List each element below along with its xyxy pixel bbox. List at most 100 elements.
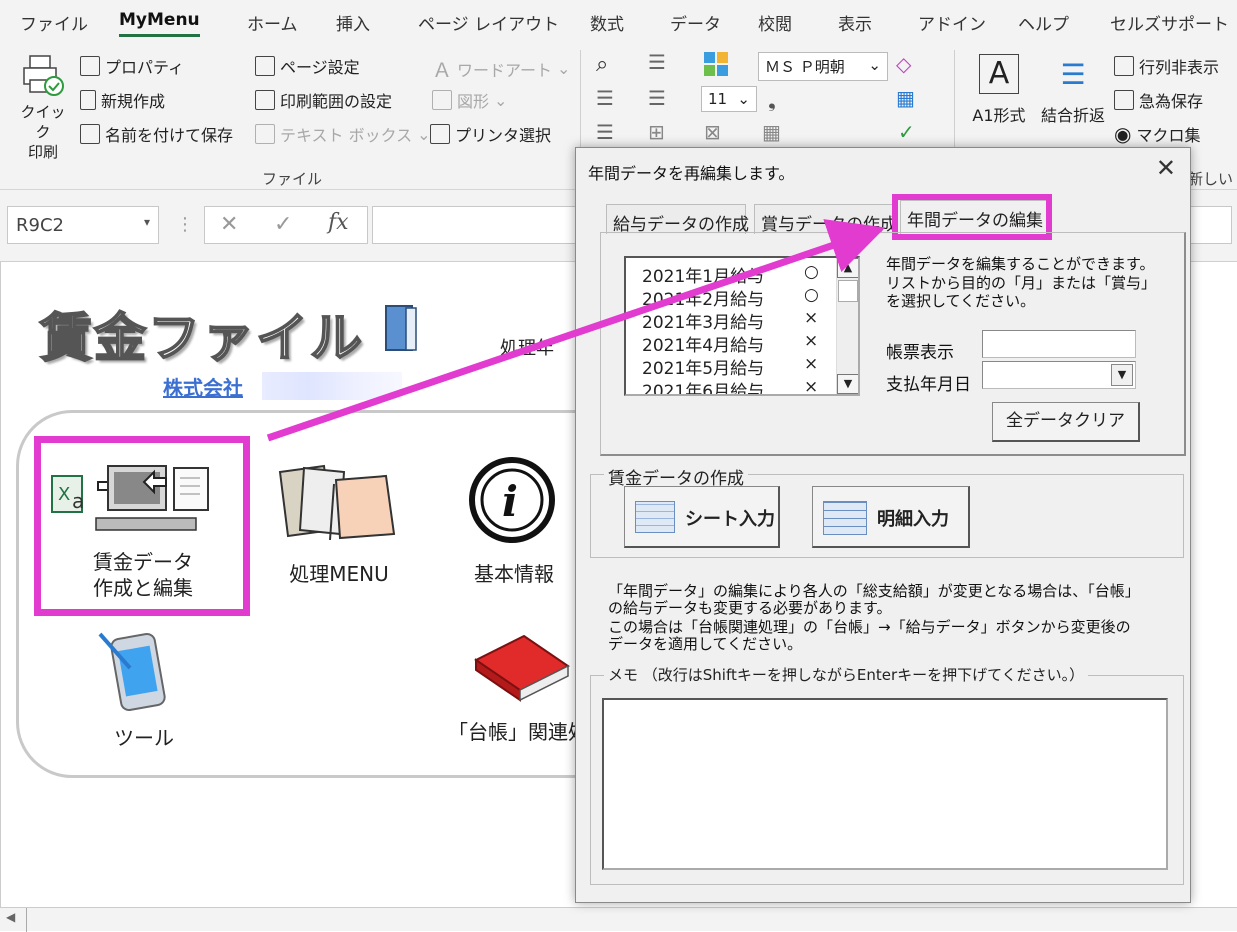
annual-data-dialog: 年間データを再編集します。 ✕ 給与データの作成 賞与データの作成 年間データの… xyxy=(575,147,1191,903)
cancel-icon[interactable]: ✕ xyxy=(220,212,238,250)
payment-date-select[interactable]: ▼ xyxy=(982,361,1136,389)
processing-year-label: 処理年 xyxy=(500,338,554,359)
textbox-button[interactable]: テキスト ボックス ⌄ xyxy=(255,122,431,146)
wrap-merge-button[interactable]: ☰ 結合折返 xyxy=(1035,54,1111,126)
books-icon xyxy=(278,464,396,541)
align-icon[interactable]: ☰ xyxy=(648,50,666,74)
memo-textarea[interactable] xyxy=(602,698,1168,870)
month-listbox[interactable]: 2021年1月給与 ○ 2021年2月給与 ○ 2021年3月給与 × 2021… xyxy=(624,256,860,396)
processing-menu-label: 処理MENU xyxy=(289,562,389,586)
clear-format-icon[interactable]: ⊠ xyxy=(704,120,721,144)
properties-icon xyxy=(80,56,100,76)
note-line-4: データを適用してください。 xyxy=(608,635,803,653)
tools-item[interactable]: ツール xyxy=(94,628,194,750)
save-as-icon xyxy=(80,124,100,144)
shape-button[interactable]: 図形 ⌄ xyxy=(432,88,507,112)
properties-button[interactable]: プロパティ xyxy=(80,54,184,78)
tab-home[interactable]: ホーム xyxy=(247,10,298,35)
tab-help[interactable]: ヘルプ xyxy=(1018,10,1069,35)
fx-icon[interactable]: fx xyxy=(328,210,349,248)
wordart-button[interactable]: Ａ ワードアート ⌄ xyxy=(432,54,570,83)
list-item-mark: ○ xyxy=(804,285,819,305)
a1-format-button[interactable]: A A1形式 xyxy=(968,54,1030,126)
font-name-value: ＭＳ Ｐ明朝 xyxy=(765,58,845,76)
description-line-2: リストから目的の「月」または「賞与」 xyxy=(886,274,1157,292)
check-icon[interactable]: ✓ xyxy=(898,120,915,144)
tab-bonus-data[interactable]: 賞与データの作成 xyxy=(754,204,897,235)
tab-cells-support[interactable]: セルズサポート xyxy=(1110,10,1229,35)
processing-menu-item[interactable]: 処理MENU xyxy=(274,460,404,590)
textbox-icon xyxy=(255,124,275,144)
list-item[interactable]: 2021年5月給与 xyxy=(642,354,764,379)
macro-collection-button[interactable]: ◉ マクロ集 xyxy=(1114,122,1200,146)
new-create-button[interactable]: 新規作成 xyxy=(80,88,165,112)
printer-select-button[interactable]: プリンタ選択 xyxy=(430,122,551,146)
list-item-mark: × xyxy=(804,354,819,374)
hide-icon xyxy=(1114,56,1134,76)
save-as-button[interactable]: 名前を付けて保存 xyxy=(80,122,233,146)
enter-icon[interactable]: ✓ xyxy=(274,212,292,250)
horizontal-scrollbar[interactable]: ◀ xyxy=(0,907,1237,932)
ledger-item[interactable]: 「台帳」関連処 xyxy=(440,632,588,752)
comma-style-icon[interactable]: ❟ xyxy=(768,88,776,112)
shape-label: 図形 xyxy=(457,92,490,111)
border-icon[interactable]: ⊞ xyxy=(648,120,665,144)
scroll-down-icon[interactable]: ▼ xyxy=(837,374,858,394)
align-left-icon[interactable]: ☰ xyxy=(596,86,614,110)
tab-page-layout[interactable]: ページ レイアウト xyxy=(418,10,559,35)
align-center-icon[interactable]: ☰ xyxy=(596,120,614,144)
detail-input-button[interactable]: 明細入力 xyxy=(812,486,970,548)
dropdown-arrow-icon[interactable]: ▼ xyxy=(1111,364,1133,386)
basic-info-item[interactable]: i 基本情報 xyxy=(460,456,570,590)
hide-rowcol-button[interactable]: 行列非表示 xyxy=(1114,54,1219,78)
font-size-select[interactable]: 11 ⌄ xyxy=(701,86,757,112)
list-item[interactable]: 2021年1月給与 xyxy=(642,262,764,287)
printer-icon xyxy=(23,55,64,96)
table-format-icon[interactable]: ▦ xyxy=(762,120,781,144)
report-display-field[interactable] xyxy=(982,330,1136,358)
list-item[interactable]: 2021年4月給与 xyxy=(642,331,764,356)
list-item[interactable]: 2021年6月給与 xyxy=(642,377,764,394)
company-name: 株式会社 xyxy=(163,376,243,400)
tab-review[interactable]: 校閲 xyxy=(758,10,792,35)
conditional-format-icon[interactable] xyxy=(704,52,730,78)
print-area-label: 印刷範囲の設定 xyxy=(280,92,393,111)
close-icon[interactable]: ✕ xyxy=(1156,154,1176,182)
tab-formulas[interactable]: 数式 xyxy=(590,10,624,35)
font-name-select[interactable]: ＭＳ Ｐ明朝 ⌄ xyxy=(758,52,888,81)
sheet-input-button[interactable]: シート入力 xyxy=(624,486,780,548)
page-setup-button[interactable]: ページ設定 xyxy=(255,54,360,78)
list-scrollbar[interactable]: ▲ ▼ xyxy=(836,258,858,394)
description-line-1: 年間データを編集することができます。 xyxy=(886,255,1155,273)
new-create-label: 新規作成 xyxy=(101,92,166,111)
scroll-up-icon[interactable]: ▲ xyxy=(837,258,858,278)
scroll-thumb[interactable] xyxy=(838,280,858,302)
scroll-left-icon[interactable]: ◀ xyxy=(6,910,15,924)
list-item[interactable]: 2021年2月給与 xyxy=(642,285,764,310)
tab-file[interactable]: ファイル xyxy=(20,10,88,35)
tab-data[interactable]: データ xyxy=(670,10,721,35)
tab-addins[interactable]: アドイン xyxy=(918,10,986,35)
search-icon[interactable]: ⌕ xyxy=(596,52,608,77)
tab-mymenu[interactable]: MyMenu xyxy=(119,10,200,37)
wrap-merge-label: 結合折返 xyxy=(1040,106,1105,125)
clear-all-button[interactable]: 全データクリア xyxy=(992,402,1140,442)
note-line-3: この場合は「台帳関連処理」の「台帳」→「給与データ」ボタンから変更後の xyxy=(608,618,1131,636)
print-area-button[interactable]: 印刷範囲の設定 xyxy=(255,88,392,112)
list-item[interactable]: 2021年3月給与 xyxy=(642,308,764,333)
payment-date-label: 支払年月日 xyxy=(886,375,971,395)
tab-insert[interactable]: 挿入 xyxy=(336,10,370,35)
quick-print-button[interactable]: クイック 印刷 xyxy=(14,52,72,161)
tab-salary-data[interactable]: 給与データの作成 xyxy=(606,204,749,235)
wordart-label: ワードアート xyxy=(457,60,553,80)
description-line-3: を選択してください。 xyxy=(886,292,1036,310)
indent-icon[interactable]: ☰ xyxy=(648,86,666,110)
quick-save-button[interactable]: 急為保存 xyxy=(1114,88,1203,112)
binder-icon xyxy=(385,305,417,351)
name-box[interactable]: R9C2 ▾ xyxy=(7,206,159,244)
eraser-icon[interactable]: ◇ xyxy=(896,52,911,76)
grid-color-icon[interactable]: ▦ xyxy=(896,86,915,110)
note-line-1: 「年間データ」の編集により各人の「総支給額」が変更となる場合は、「台帳」 xyxy=(608,582,1140,600)
drag-handle-icon[interactable]: ⋮ xyxy=(176,214,194,235)
tab-view[interactable]: 表示 xyxy=(838,10,872,35)
